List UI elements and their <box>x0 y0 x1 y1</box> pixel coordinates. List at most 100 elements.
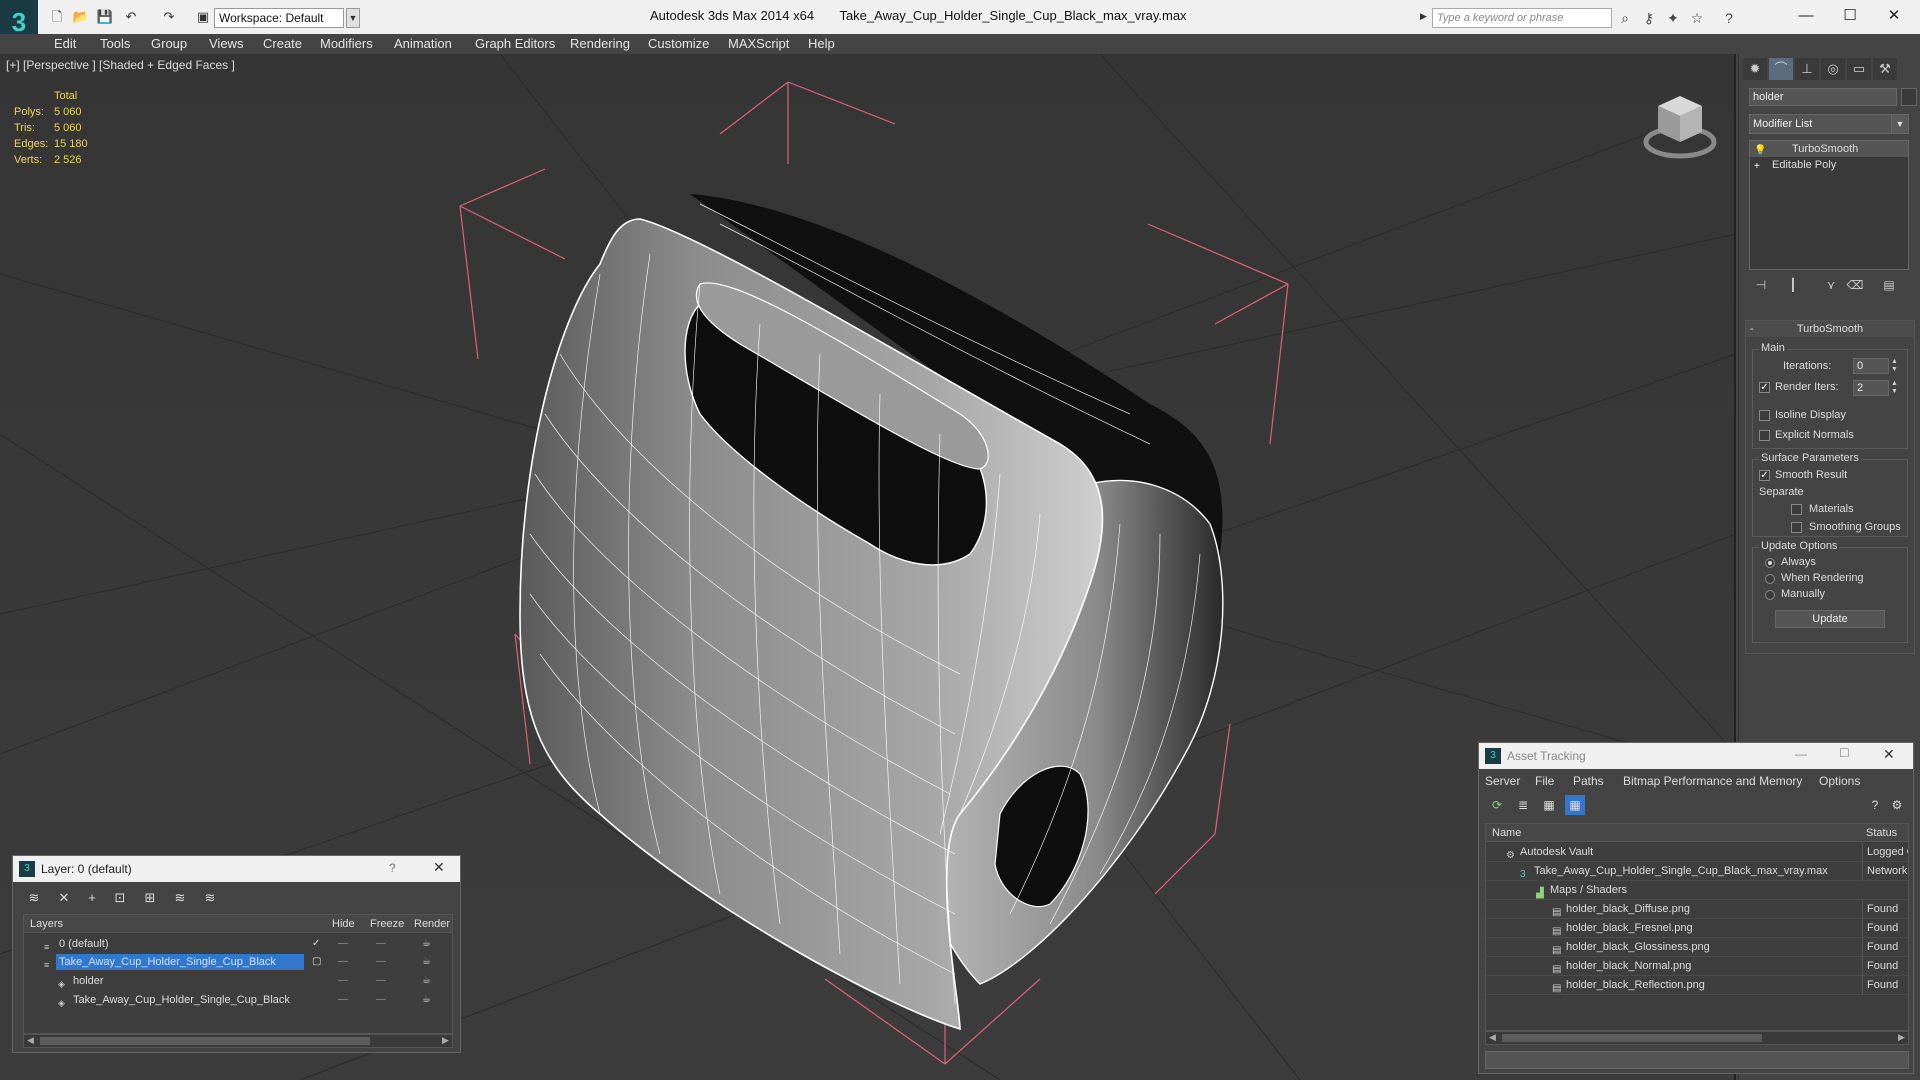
render-teapot-icon[interactable]: ☕ <box>422 991 431 1009</box>
layers-icon[interactable]: ≋ <box>23 888 45 908</box>
key-icon[interactable]: ⚷ <box>1640 9 1658 27</box>
menu-graph-editors[interactable]: Graph Editors <box>475 36 555 51</box>
dialog-titlebar[interactable]: 3 Asset Tracking — ☐ ✕ <box>1479 743 1913 769</box>
column-header[interactable]: Status <box>1866 827 1897 839</box>
smoothing-groups-checkbox[interactable] <box>1791 522 1802 533</box>
always-radio[interactable] <box>1765 558 1775 568</box>
column-header[interactable]: Render <box>414 918 450 930</box>
table-view-icon[interactable]: ▦ <box>1565 795 1585 815</box>
minimize-icon[interactable]: — <box>1795 747 1807 761</box>
when-rendering-radio[interactable] <box>1765 574 1775 584</box>
active-check-icon[interactable]: ✓ <box>312 935 320 953</box>
manually-radio[interactable] <box>1765 590 1775 600</box>
maximize-icon[interactable]: ☐ <box>1839 746 1850 760</box>
pin-stack-icon[interactable]: ⊣ <box>1751 278 1771 296</box>
hide-toggle[interactable]: — <box>338 972 348 990</box>
satellite-icon[interactable]: ✦ <box>1664 9 1682 27</box>
modify-tab-icon[interactable]: ⌒ <box>1769 58 1793 80</box>
menu-file[interactable]: File <box>1535 774 1554 788</box>
set-active-box-icon[interactable]: ▢ <box>312 953 321 971</box>
object-name[interactable]: holder <box>70 973 107 989</box>
render-iters-checkbox[interactable]: ✓ <box>1759 382 1770 393</box>
dialog-titlebar[interactable]: 3 Layer: 0 (default) ? ✕ <box>13 856 460 882</box>
stack-item-turbosmooth[interactable]: 💡 TurboSmooth <box>1750 141 1908 157</box>
thumbnail-view-icon[interactable]: ▦ <box>1539 795 1559 815</box>
object-name[interactable]: Take_Away_Cup_Holder_Single_Cup_Black <box>70 992 293 1008</box>
scroll-left-icon[interactable]: ◀ <box>1489 1032 1496 1043</box>
scroll-right-icon[interactable]: ▶ <box>442 1035 449 1046</box>
table-row[interactable]: ◈ Take_Away_Cup_Holder_Single_Cup_Black … <box>24 991 452 1009</box>
table-row[interactable]: ◈ holder — — ☕ <box>24 972 452 990</box>
materials-checkbox[interactable] <box>1791 504 1802 515</box>
undo-icon[interactable]: ↶ <box>122 9 140 25</box>
expand-plus-icon[interactable]: + <box>1754 159 1764 172</box>
menu-group[interactable]: Group <box>151 36 187 51</box>
spinner-arrows-icon[interactable]: ▲ ▼ <box>1891 380 1899 396</box>
close-icon[interactable]: ✕ <box>433 859 445 876</box>
menu-edit[interactable]: Edit <box>54 36 76 51</box>
help-icon[interactable]: ? <box>1865 795 1885 815</box>
table-row[interactable]: ▤ holder_black_Fresnel.png Found <box>1486 919 1908 938</box>
hide-toggle[interactable]: — <box>338 991 348 1009</box>
workspace-dropdown[interactable]: Workspace: Default <box>214 8 344 28</box>
maximize-button[interactable]: ☐ <box>1830 4 1870 28</box>
table-row[interactable]: ▤ holder_black_Diffuse.png Found <box>1486 900 1908 919</box>
object-color-swatch[interactable] <box>1901 88 1917 106</box>
close-button[interactable]: ✕ <box>1874 4 1914 28</box>
table-row[interactable]: ▤ holder_black_Normal.png Found <box>1486 957 1908 976</box>
freeze-all-layers-icon[interactable]: ≋ <box>199 888 221 908</box>
delete-layer-icon[interactable]: ✕ <box>53 888 75 908</box>
menu-animation[interactable]: Animation <box>394 36 452 51</box>
freeze-toggle[interactable]: — <box>376 953 386 971</box>
table-row[interactable]: ⚙ Autodesk Vault Logged O <box>1486 843 1908 862</box>
table-row[interactable]: ▟ Maps / Shaders <box>1486 881 1908 900</box>
add-layer-icon[interactable]: + <box>81 888 103 908</box>
remove-modifier-icon[interactable]: ⌫ <box>1845 278 1865 296</box>
workspace-dropdown-arrow[interactable]: ▼ <box>346 8 360 28</box>
table-row[interactable]: 3 Take_Away_Cup_Holder_Single_Cup_Black_… <box>1486 862 1908 881</box>
layer-name[interactable]: 0 (default) <box>56 936 112 952</box>
render-teapot-icon[interactable]: ☕ <box>422 935 431 953</box>
table-row[interactable]: ≡ Take_Away_Cup_Holder_Single_Cup_Black … <box>24 953 452 971</box>
hide-all-layers-icon[interactable]: ≋ <box>169 888 191 908</box>
scrollbar-thumb[interactable] <box>40 1037 370 1045</box>
iterations-spinner[interactable]: 0 <box>1853 358 1889 374</box>
menu-views[interactable]: Views <box>209 36 243 51</box>
render-teapot-icon[interactable]: ☕ <box>422 953 431 971</box>
scrollbar-thumb[interactable] <box>1502 1034 1762 1042</box>
menu-help[interactable]: Help <box>808 36 835 51</box>
chevron-down-icon[interactable]: ▼ <box>1891 114 1909 134</box>
help-icon[interactable]: ? <box>389 861 396 875</box>
menu-tools[interactable]: Tools <box>100 36 130 51</box>
close-icon[interactable]: ✕ <box>1883 746 1895 763</box>
menu-paths[interactable]: Paths <box>1573 774 1604 788</box>
binoculars-icon[interactable]: ⌕ <box>1616 9 1634 27</box>
menu-maxscript[interactable]: MAXScript <box>728 36 789 51</box>
list-view-icon[interactable]: ≣ <box>1513 795 1533 815</box>
create-tab-icon[interactable]: ✹ <box>1743 58 1767 80</box>
rollout-header[interactable]: - TurboSmooth <box>1746 321 1914 337</box>
utilities-tab-icon[interactable]: ⚒ <box>1873 58 1897 80</box>
render-iters-spinner[interactable]: 2 <box>1853 380 1889 396</box>
lightbulb-icon[interactable]: 💡 <box>1754 143 1766 156</box>
object-name-field[interactable]: holder <box>1749 88 1897 106</box>
minimize-button[interactable]: — <box>1786 4 1826 28</box>
menu-rendering[interactable]: Rendering <box>570 36 630 51</box>
hide-toggle[interactable]: — <box>338 953 348 971</box>
hide-toggle[interactable]: — <box>338 935 348 953</box>
freeze-toggle[interactable]: — <box>376 991 386 1009</box>
scroll-left-icon[interactable]: ◀ <box>27 1035 34 1046</box>
search-input[interactable]: Type a keyword or phrase <box>1432 8 1612 28</box>
project-folder-icon[interactable]: ▣ <box>194 9 212 25</box>
open-file-icon[interactable]: 📂 <box>72 9 90 25</box>
save-file-icon[interactable]: 💾 <box>96 9 114 25</box>
column-header[interactable]: Hide <box>332 918 355 930</box>
redo-icon[interactable]: ↷ <box>160 9 178 25</box>
menu-create[interactable]: Create <box>263 36 302 51</box>
explicit-normals-checkbox[interactable] <box>1759 430 1770 441</box>
menu-options[interactable]: Options <box>1819 774 1860 788</box>
menu-bitmap-performance[interactable]: Bitmap Performance and Memory <box>1623 774 1802 788</box>
select-objects-icon[interactable]: ⊡ <box>109 888 131 908</box>
horizontal-scrollbar[interactable]: ◀ ▶ <box>23 1034 453 1048</box>
spinner-arrows-icon[interactable]: ▲ ▼ <box>1891 358 1899 374</box>
